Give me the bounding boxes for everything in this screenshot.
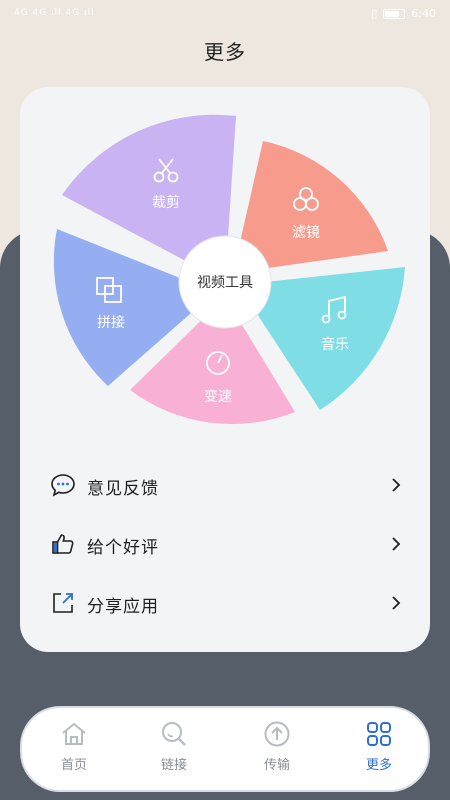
status-time: 6:40 xyxy=(411,7,436,20)
tab-label-link: 链接 xyxy=(160,758,187,773)
link-search-icon xyxy=(162,722,186,746)
chat-bubble-icon xyxy=(51,474,75,497)
tools-card: 裁剪 滤镜 音乐 变速 拼接 视频工具 xyxy=(20,87,430,652)
wheel-center[interactable]: 视频工具 xyxy=(178,235,272,329)
tab-label-home: 首页 xyxy=(60,758,87,773)
chevron-right-icon xyxy=(392,537,401,551)
signal-indicators: 4G 4G ıll 4G ıll xyxy=(14,8,95,18)
menu-label-share: 分享应用 xyxy=(87,597,159,617)
menu-item-feedback[interactable]: 意见反馈 xyxy=(20,465,430,505)
upload-icon xyxy=(264,721,290,747)
home-icon xyxy=(62,722,86,745)
wheel-label-filter: 滤镜 xyxy=(292,225,320,241)
tab-link[interactable]: 链接 xyxy=(144,720,204,780)
chevron-right-icon xyxy=(392,478,401,492)
grid-icon xyxy=(367,722,391,746)
battery-icon xyxy=(383,8,406,19)
status-bar: 4G 4G ıll 4G ıll ▯ 6:40 xyxy=(0,0,450,30)
bottom-tab-bar: 首页 链接 传输 更多 xyxy=(20,706,430,792)
wheel-label-splice: 拼接 xyxy=(97,314,125,331)
thumbs-up-icon xyxy=(52,534,74,554)
tab-label-more: 更多 xyxy=(365,758,392,773)
wheel-label-speed: 变速 xyxy=(204,389,232,405)
menu-item-rate[interactable]: 给个好评 xyxy=(20,524,430,564)
vibrate-icon: ▯ xyxy=(371,7,378,20)
tab-transfer[interactable]: 传输 xyxy=(247,720,307,780)
wheel-label-music: 音乐 xyxy=(321,336,349,353)
page-title: 更多 xyxy=(204,40,246,64)
tab-label-transfer: 传输 xyxy=(263,758,290,773)
share-icon xyxy=(53,593,73,613)
tab-home[interactable]: 首页 xyxy=(44,720,104,780)
menu-label-rate: 给个好评 xyxy=(87,538,159,558)
tab-more[interactable]: 更多 xyxy=(349,720,409,780)
video-tools-wheel: 裁剪 滤镜 音乐 变速 拼接 视频工具 xyxy=(53,114,405,425)
chevron-right-icon xyxy=(392,596,401,610)
wheel-label-crop: 裁剪 xyxy=(152,195,180,211)
menu-item-share[interactable]: 分享应用 xyxy=(20,583,430,623)
status-right: ▯ 6:40 xyxy=(371,7,436,20)
menu-label-feedback: 意见反馈 xyxy=(87,479,159,499)
wheel-center-label: 视频工具 xyxy=(197,275,253,291)
